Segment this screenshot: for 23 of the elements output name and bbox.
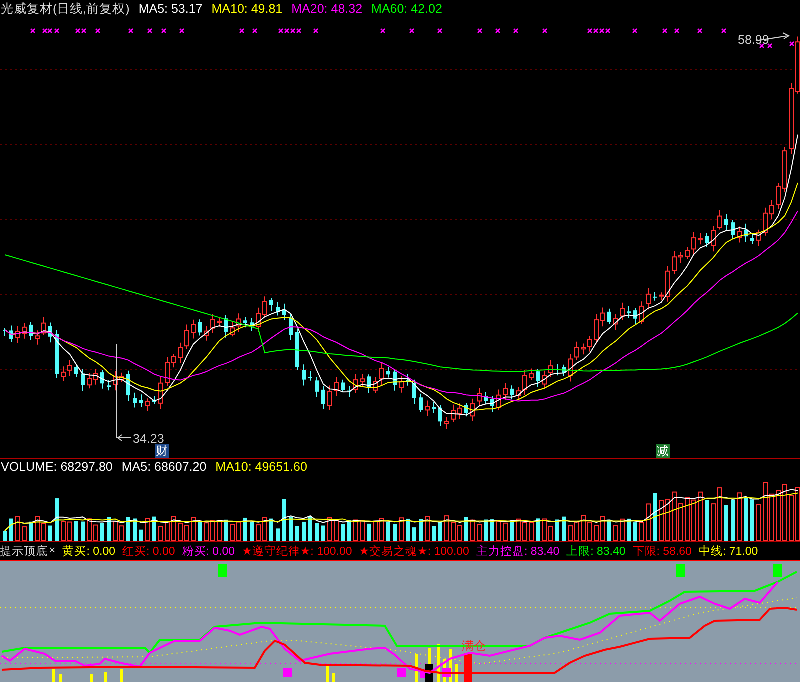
volume-value: MA5: 68607.20: [122, 460, 207, 474]
low-price-label: 34.23: [133, 432, 164, 446]
ma-value: MA5: 53.17: [138, 2, 203, 16]
stock-title: 光威复材(日线,前复权): [1, 2, 130, 16]
volume-value: MA10: 49651.60: [216, 460, 308, 474]
indicator-value: 粉买: 0.00: [182, 544, 236, 558]
indicator-value: ★交易之魂★: 100.00: [359, 544, 470, 558]
event-marker: 财: [155, 444, 169, 458]
indicator-value: 下限: 58.60: [632, 544, 692, 558]
volume-value: VOLUME: 68297.80: [1, 460, 113, 474]
ma-value: MA60: 42.02: [372, 2, 442, 16]
high-price-label: 58.99: [738, 33, 770, 47]
ma-value: MA10: 49.81: [212, 2, 283, 16]
indicator-value: 中线: 71.00: [698, 544, 758, 558]
indicator-value: 黄买: 0.00: [62, 544, 116, 558]
close-button[interactable]: ×: [49, 545, 56, 557]
indicator-value: 主力控盘: 83.40: [476, 544, 560, 558]
indicator-value: 上限: 83.40: [566, 544, 626, 558]
indicator-value: 红买: 0.00: [122, 544, 176, 558]
event-marker: 减: [656, 444, 670, 458]
ma-value: MA20: 48.32: [292, 2, 363, 16]
indicator-title: 提示顶底: [0, 544, 48, 558]
indicator-value: ★遵守纪律★: 100.00: [242, 544, 352, 558]
